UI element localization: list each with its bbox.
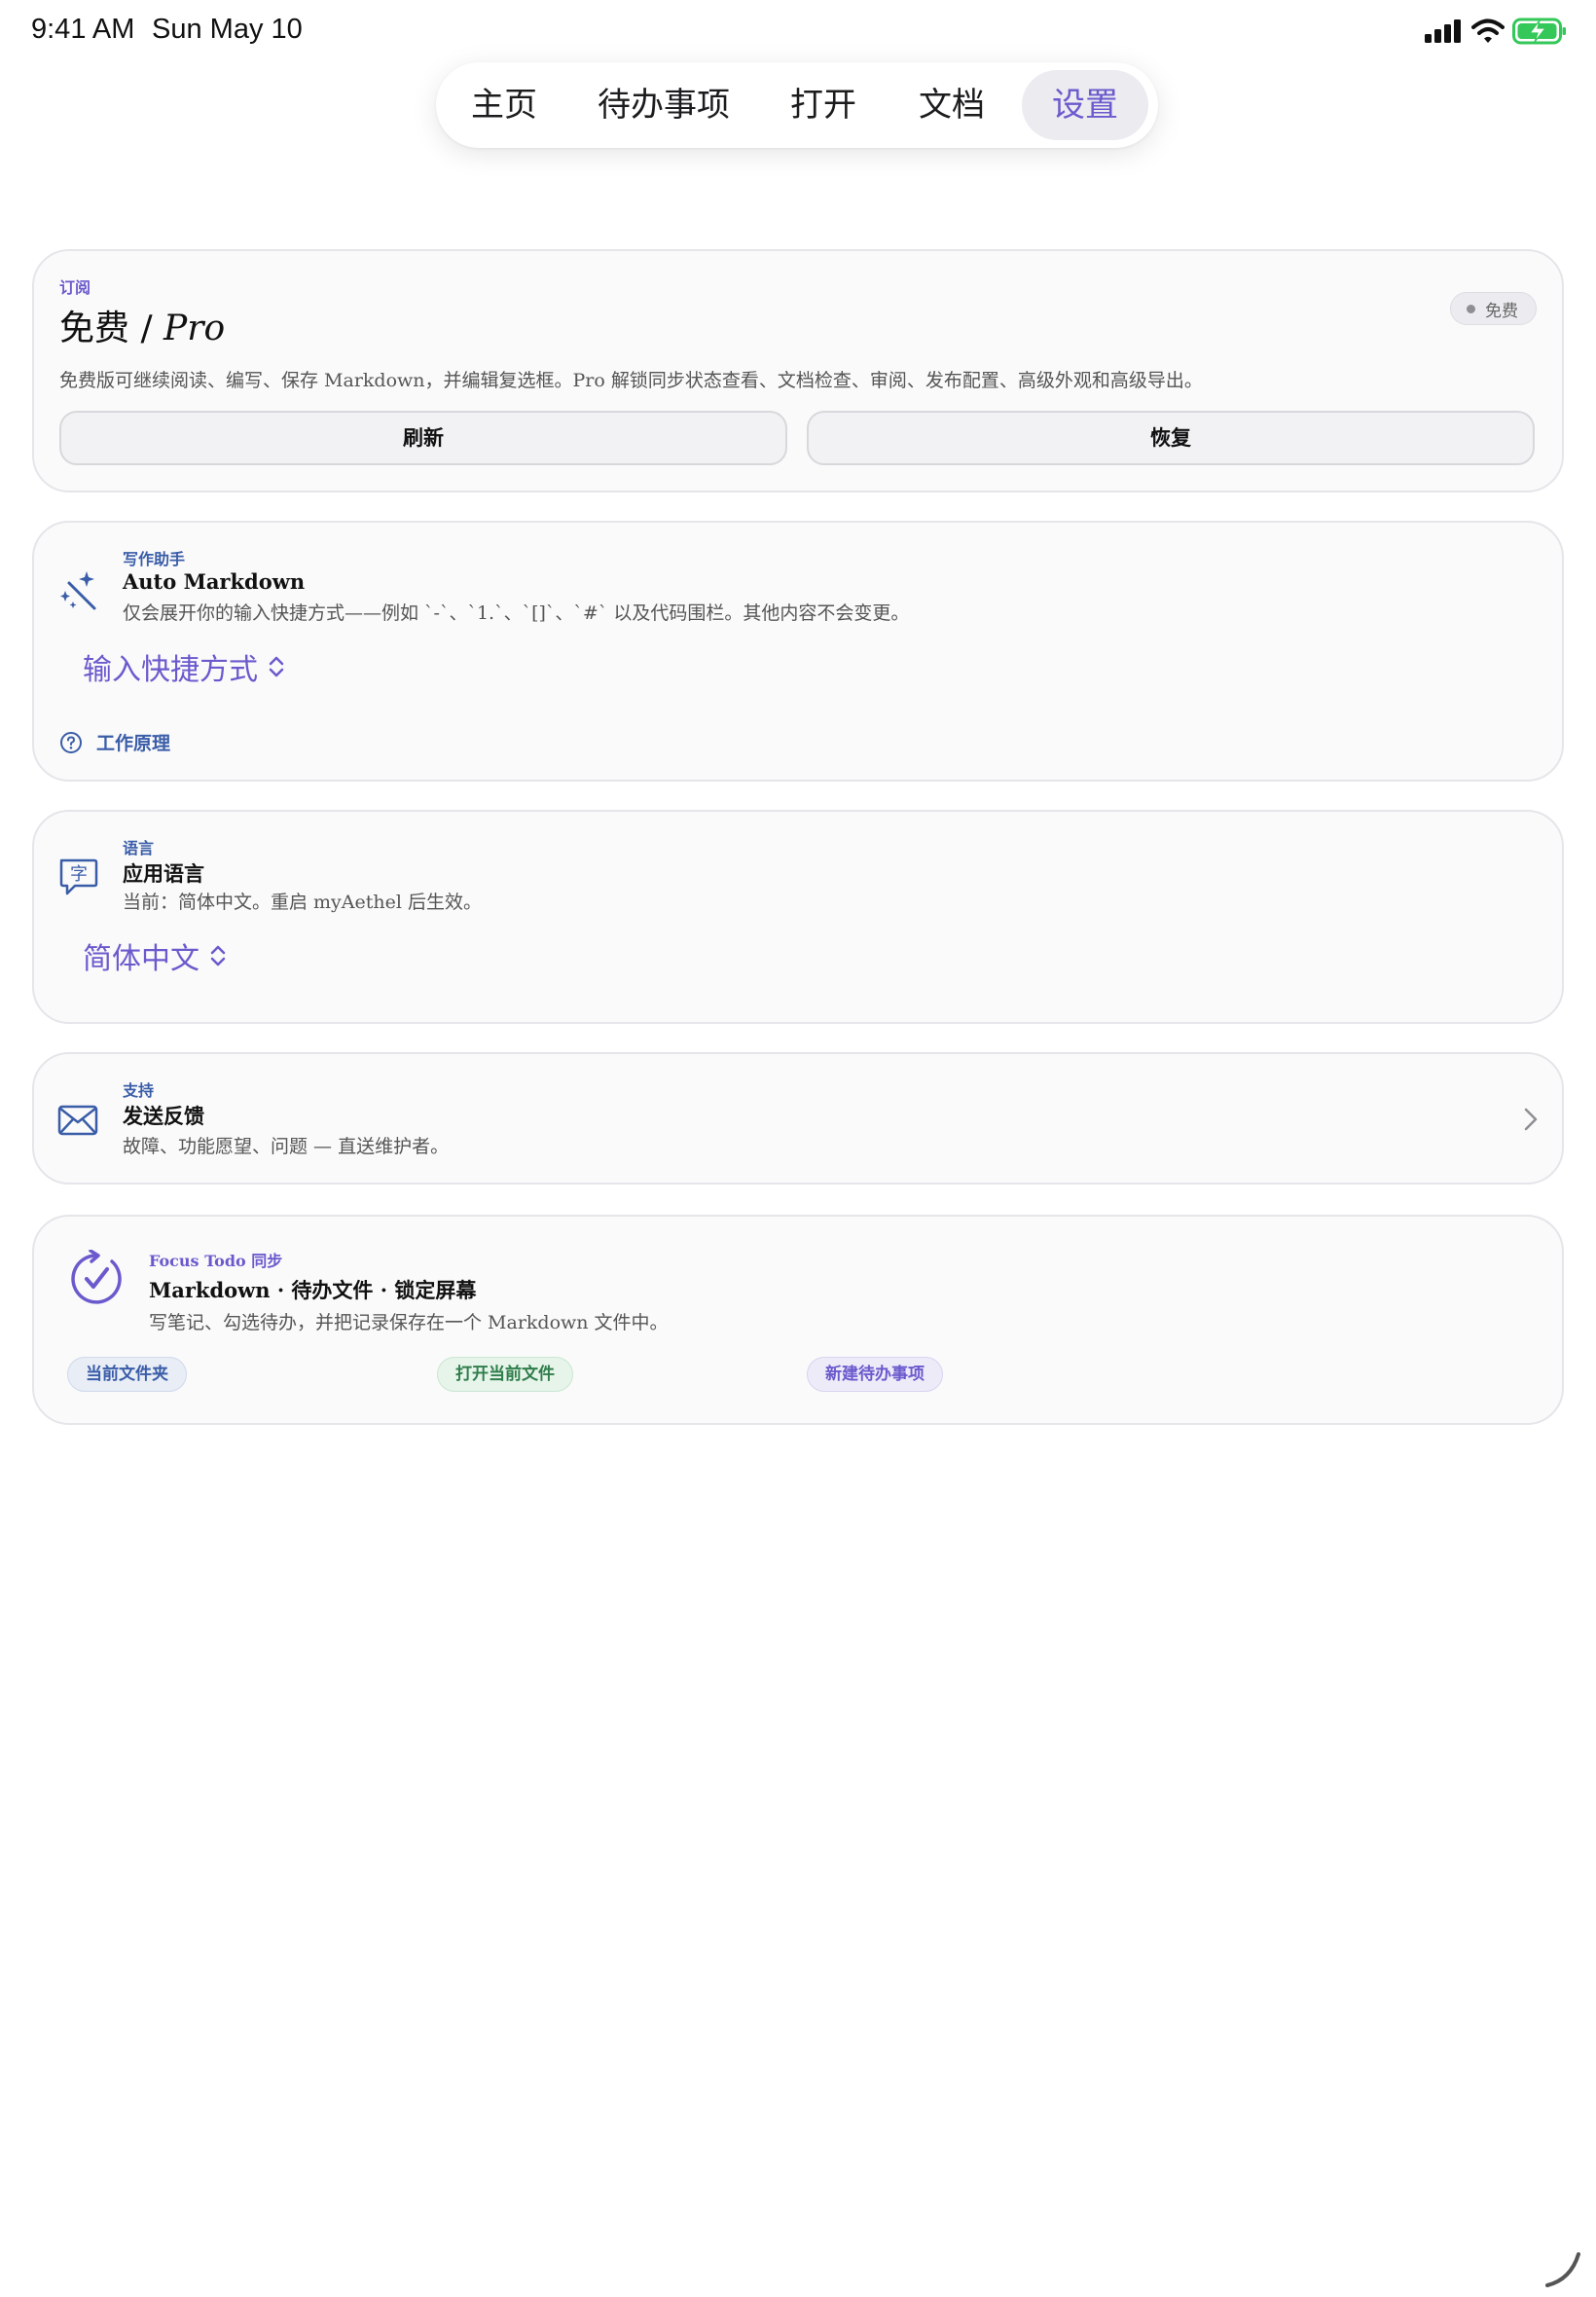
- how-it-works-link[interactable]: 工作原理: [59, 729, 170, 755]
- language-picker-value: 简体中文: [83, 942, 200, 976]
- cellular-signal-icon: [1425, 19, 1461, 43]
- plan-title-pro: Pro: [163, 309, 226, 348]
- tab-todos[interactable]: 待办事项: [578, 70, 749, 140]
- subscription-card: 订阅 免费 / Pro 免费 免费版可继续阅读、编写、保存 Markdown，并…: [32, 249, 1564, 492]
- shortcut-mode-picker[interactable]: 输入快捷方式: [83, 645, 285, 688]
- subscription-title: 免费 / Pro: [59, 300, 225, 350]
- feedback-description: 故障、功能愿望、问题 — 直送维护者。: [123, 1136, 450, 1157]
- auto-markdown-description: 仅会展开你的输入快捷方式——例如 `-`、`1.`、`[]`、`#` 以及代码围…: [123, 602, 910, 624]
- subscription-description: 免费版可继续阅读、编写、保存 Markdown，并编辑复选框。Pro 解锁同步状…: [59, 370, 1203, 391]
- sync-check-icon: [71, 1250, 122, 1304]
- tab-documents[interactable]: 文档: [897, 70, 1006, 140]
- language-title: 应用语言: [123, 862, 204, 886]
- tab-settings[interactable]: 设置: [1022, 70, 1148, 140]
- tab-home[interactable]: 主页: [450, 70, 559, 140]
- auto-markdown-eyebrow: 写作助手: [123, 550, 186, 568]
- language-description: 当前：简体中文。重启 myAethel 后生效。: [123, 892, 482, 913]
- refresh-button[interactable]: 刷新: [59, 411, 787, 465]
- restore-button[interactable]: 恢复: [807, 411, 1535, 465]
- envelope-icon: [57, 1105, 98, 1136]
- current-folder-chip[interactable]: 当前文件夹: [67, 1357, 187, 1392]
- focus-todo-description: 写笔记、勾选待办，并把记录保存在一个 Markdown 文件中。: [149, 1312, 669, 1333]
- top-tab-bar: 主页 待办事项 打开 文档 设置: [436, 62, 1158, 148]
- language-picker[interactable]: 简体中文: [83, 934, 227, 977]
- language-eyebrow: 语言: [123, 839, 155, 857]
- auto-markdown-card: 写作助手 Auto Markdown 仅会展开你的输入快捷方式——例如 `-`、…: [32, 521, 1564, 782]
- tab-open[interactable]: 打开: [769, 70, 878, 140]
- app-language-card: 字 语言 应用语言 当前：简体中文。重启 myAethel 后生效。 简体中文: [32, 810, 1564, 1024]
- focus-todo-eyebrow: Focus Todo 同步: [149, 1252, 283, 1270]
- chevron-up-down-icon: [210, 945, 226, 966]
- new-todo-chip[interactable]: 新建待办事项: [807, 1357, 943, 1392]
- magic-wand-icon: [60, 571, 96, 610]
- corner-handle-icon: [1545, 2252, 1580, 2287]
- status-bar: 9:41 AM Sun May 10: [0, 0, 1596, 62]
- question-circle-icon: [60, 731, 82, 753]
- support-eyebrow: 支持: [123, 1081, 155, 1100]
- how-it-works-label: 工作原理: [96, 733, 171, 754]
- subscription-eyebrow: 订阅: [59, 278, 91, 297]
- status-date: Sun May 10: [152, 14, 303, 45]
- plan-title-main: 免费 /: [59, 309, 164, 348]
- badge-dot-icon: [1467, 304, 1475, 313]
- wifi-icon: [1471, 18, 1505, 43]
- shortcut-mode-value: 输入快捷方式: [83, 653, 258, 687]
- auto-markdown-title: Auto Markdown: [123, 569, 306, 594]
- feedback-title: 发送反馈: [123, 1105, 204, 1128]
- plan-status-badge: 免费: [1450, 292, 1537, 325]
- translate-bubble-icon: 字: [59, 858, 98, 895]
- focus-todo-card: Focus Todo 同步 Markdown · 待办文件 · 锁定屏幕 写笔记…: [32, 1215, 1564, 1425]
- open-current-file-chip[interactable]: 打开当前文件: [437, 1357, 573, 1392]
- status-time: 9:41 AM: [31, 14, 135, 45]
- chevron-right-icon: [1524, 1108, 1538, 1131]
- battery-charging-icon: [1512, 18, 1566, 45]
- send-feedback-row[interactable]: 支持 发送反馈 故障、功能愿望、问题 — 直送维护者。: [32, 1052, 1564, 1185]
- focus-todo-title: Markdown · 待办文件 · 锁定屏幕: [149, 1278, 477, 1302]
- svg-text:字: 字: [70, 864, 88, 885]
- chevron-up-down-icon: [269, 656, 284, 677]
- status-icons: [1425, 16, 1567, 47]
- plan-status-label: 免费: [1485, 301, 1518, 321]
